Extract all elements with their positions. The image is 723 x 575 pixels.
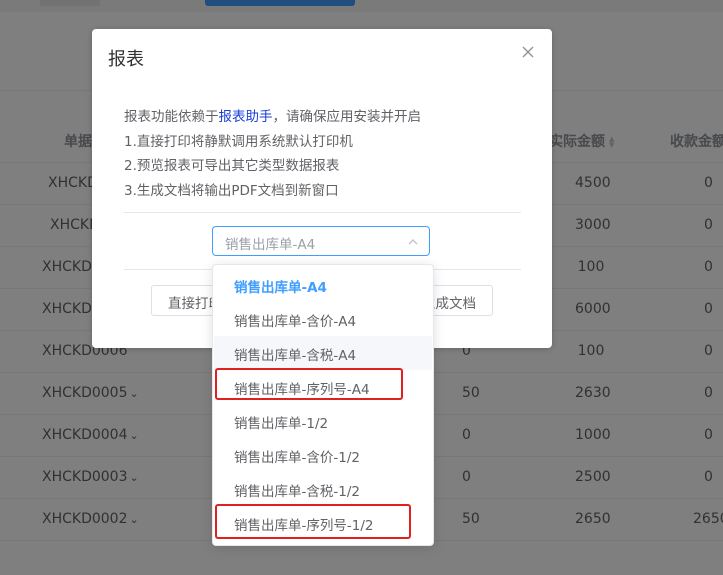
info-line-print: 1.直接打印将静默调用系统默认打印机 [124, 133, 353, 150]
option-label: 销售出库单-含价-A4 [234, 314, 357, 330]
dropdown-option[interactable]: 销售出库单-A4 [214, 268, 432, 302]
info-prefix: 报表功能依赖于 [124, 109, 219, 125]
direct-print-label: 直接打印 [168, 296, 217, 312]
info-line-generate: 3.生成文档将输出PDF文档到新窗口 [124, 182, 339, 199]
option-label: 销售出库单-序列号-1/2 [234, 518, 374, 534]
divider [124, 212, 521, 213]
info-suffix: ，请确保应用安装并开启 [272, 109, 422, 125]
dropdown-option[interactable]: 销售出库单-含税-A4 [214, 336, 432, 370]
dropdown-option[interactable]: 销售出库单-含价-1/2 [214, 438, 432, 472]
dropdown-option[interactable]: 销售出库单-序列号-1/2 [214, 506, 432, 540]
option-label: 销售出库单-含税-A4 [234, 348, 357, 364]
dialog-title: 报表 [108, 49, 144, 70]
option-label: 销售出库单-含价-1/2 [234, 450, 360, 466]
direct-print-button[interactable]: 直接打印 [151, 285, 217, 316]
option-label: 销售出库单-A4 [234, 280, 327, 296]
report-template-dropdown: 销售出库单-A4 销售出库单-含价-A4 销售出库单-含税-A4 销售出库单-序… [212, 264, 434, 546]
option-label: 销售出库单-1/2 [234, 416, 329, 432]
option-label: 销售出库单-含税-1/2 [234, 484, 360, 500]
info-line-dependency: 报表功能依赖于报表助手，请确保应用安装并开启 [124, 105, 421, 130]
info-line-preview: 2.预览报表可导出其它类型数据报表 [124, 158, 340, 174]
generate-document-label: 生成文档 [427, 296, 476, 312]
dropdown-option[interactable]: 销售出库单-含税-1/2 [214, 472, 432, 506]
select-value: 销售出库单-A4 [225, 237, 316, 253]
dropdown-option[interactable]: 销售出库单-含价-A4 [214, 302, 432, 336]
report-info: 报表功能依赖于报表助手，请确保应用安装并开启 1.直接打印将静默调用系统默认打印… [124, 105, 421, 203]
report-helper-link[interactable]: 报表助手 [219, 109, 273, 125]
report-template-select[interactable]: 销售出库单-A4 [212, 226, 430, 256]
dropdown-option[interactable]: 销售出库单-1/2 [214, 404, 432, 438]
close-icon[interactable] [519, 43, 537, 61]
generate-document-button[interactable]: 生成文档 [427, 285, 493, 316]
option-label: 销售出库单-序列号-A4 [234, 382, 370, 398]
chevron-up-icon [408, 239, 418, 245]
dropdown-option[interactable]: 销售出库单-序列号-A4 [214, 370, 432, 404]
